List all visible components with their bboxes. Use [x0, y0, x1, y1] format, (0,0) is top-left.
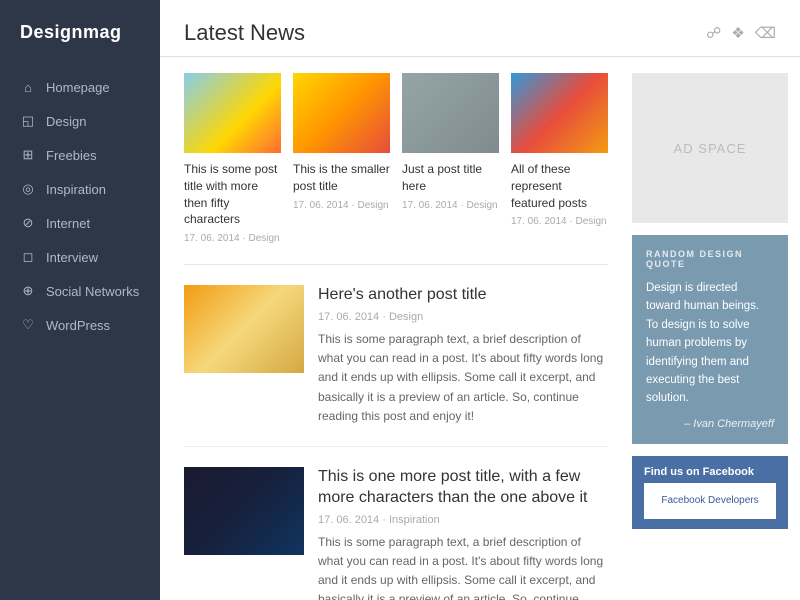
sidebar: Designmag ⌂ Homepage◱ Design⊞ Freebies◎ … — [0, 0, 160, 600]
top-posts-grid: This is some post title with more then f… — [184, 73, 608, 265]
top-post-title: All of these represent featured posts — [511, 161, 608, 211]
quote-text: Design is directed toward human beings. … — [646, 279, 774, 408]
sidebar-logo: Designmag — [0, 0, 160, 63]
nav-icon-internet: ⊘ — [20, 215, 36, 231]
nav-icon-inspiration: ◎ — [20, 181, 36, 197]
nav-label-social: Social Networks — [46, 284, 139, 299]
nav-label-wordpress: WordPress — [46, 318, 110, 333]
quote-box: RANDOM DESIGN QUOTE Design is directed t… — [632, 235, 788, 444]
list-post-title[interactable]: Here's another post title — [318, 285, 608, 306]
top-post-meta: 17. 06. 2014 · Design — [511, 216, 608, 227]
sidebar-item-design[interactable]: ◱ Design — [0, 104, 160, 138]
main-content: Latest News ☍ ❖ ⌫ This is some post titl… — [160, 0, 800, 600]
top-post-item: This is some post title with more then f… — [184, 73, 281, 244]
nav-icon-wordpress: ♡ — [20, 317, 36, 333]
top-post-meta: 17. 06. 2014 · Design — [293, 200, 390, 211]
top-post-title: This is the smaller post title — [293, 161, 390, 195]
twitter-icon[interactable]: ❖ — [731, 24, 744, 42]
feed-icon[interactable]: ⌫ — [755, 24, 776, 42]
nav-icon-freebies: ⊞ — [20, 147, 36, 163]
sidebar-item-homepage[interactable]: ⌂ Homepage — [0, 71, 160, 104]
nav-label-homepage: Homepage — [46, 80, 110, 95]
top-post-title: Just a post title here — [402, 161, 499, 195]
sidebar-item-freebies[interactable]: ⊞ Freebies — [0, 138, 160, 172]
sidebar-item-inspiration[interactable]: ◎ Inspiration — [0, 172, 160, 206]
nav-label-interview: Interview — [46, 250, 98, 265]
top-post-meta: 17. 06. 2014 · Design — [184, 233, 281, 244]
quote-author: – Ivan Chermayeff — [646, 418, 774, 430]
nav-label-freebies: Freebies — [46, 148, 97, 163]
ad-label: AD SPACE — [674, 141, 747, 156]
facebook-box: Find us on Facebook Facebook Developers — [632, 456, 788, 529]
top-post-thumb[interactable] — [293, 73, 390, 153]
sidebar-item-wordpress[interactable]: ♡ WordPress — [0, 308, 160, 342]
top-post-thumb[interactable] — [402, 73, 499, 153]
nav-label-inspiration: Inspiration — [46, 182, 106, 197]
nav-icon-design: ◱ — [20, 113, 36, 129]
nav-label-design: Design — [46, 114, 86, 129]
header-icons: ☍ ❖ ⌫ — [706, 24, 776, 42]
facebook-label: Find us on Facebook — [644, 466, 776, 478]
sidebar-item-interview[interactable]: ◻ Interview — [0, 240, 160, 274]
ad-space: AD SPACE — [632, 73, 788, 223]
top-post-item: Just a post title here 17. 06. 2014 · De… — [402, 73, 499, 244]
list-post-thumb[interactable] — [184, 467, 304, 555]
content-area: This is some post title with more then f… — [160, 57, 800, 600]
rss-icon[interactable]: ☍ — [706, 24, 721, 42]
page-title: Latest News — [184, 20, 305, 46]
nav-icon-homepage: ⌂ — [20, 80, 36, 95]
sidebar-nav: ⌂ Homepage◱ Design⊞ Freebies◎ Inspiratio… — [0, 63, 160, 342]
sidebar-item-internet[interactable]: ⊘ Internet — [0, 206, 160, 240]
right-sidebar: AD SPACE RANDOM DESIGN QUOTE Design is d… — [632, 73, 800, 600]
top-post-thumb[interactable] — [184, 73, 281, 153]
list-post: This is one more post title, with a few … — [184, 467, 608, 600]
nav-icon-interview: ◻ — [20, 249, 36, 265]
list-post-meta: 17. 06. 2014 · Design — [318, 311, 608, 323]
list-post: Here's another post title 17. 06. 2014 ·… — [184, 285, 608, 447]
top-post-item: All of these represent featured posts 17… — [511, 73, 608, 244]
list-post-body: Here's another post title 17. 06. 2014 ·… — [318, 285, 608, 426]
left-content: This is some post title with more then f… — [160, 73, 632, 600]
top-post-meta: 17. 06. 2014 · Design — [402, 200, 499, 211]
facebook-developers-link[interactable]: Facebook Developers — [661, 495, 758, 506]
page-header: Latest News ☍ ❖ ⌫ — [160, 0, 800, 57]
nav-label-internet: Internet — [46, 216, 90, 231]
list-posts: Here's another post title 17. 06. 2014 ·… — [184, 285, 608, 600]
list-post-excerpt: This is some paragraph text, a brief des… — [318, 533, 608, 600]
facebook-content[interactable]: Facebook Developers — [644, 483, 776, 519]
nav-icon-social: ⊕ — [20, 283, 36, 299]
list-post-meta: 17. 06. 2014 · Inspiration — [318, 514, 608, 526]
list-post-excerpt: This is some paragraph text, a brief des… — [318, 330, 608, 426]
top-post-title: This is some post title with more then f… — [184, 161, 281, 228]
list-post-body: This is one more post title, with a few … — [318, 467, 608, 600]
quote-section-label: RANDOM DESIGN QUOTE — [646, 249, 774, 269]
top-post-item: This is the smaller post title 17. 06. 2… — [293, 73, 390, 244]
sidebar-item-social[interactable]: ⊕ Social Networks — [0, 274, 160, 308]
list-post-thumb[interactable] — [184, 285, 304, 373]
top-post-thumb[interactable] — [511, 73, 608, 153]
list-post-title[interactable]: This is one more post title, with a few … — [318, 467, 608, 509]
